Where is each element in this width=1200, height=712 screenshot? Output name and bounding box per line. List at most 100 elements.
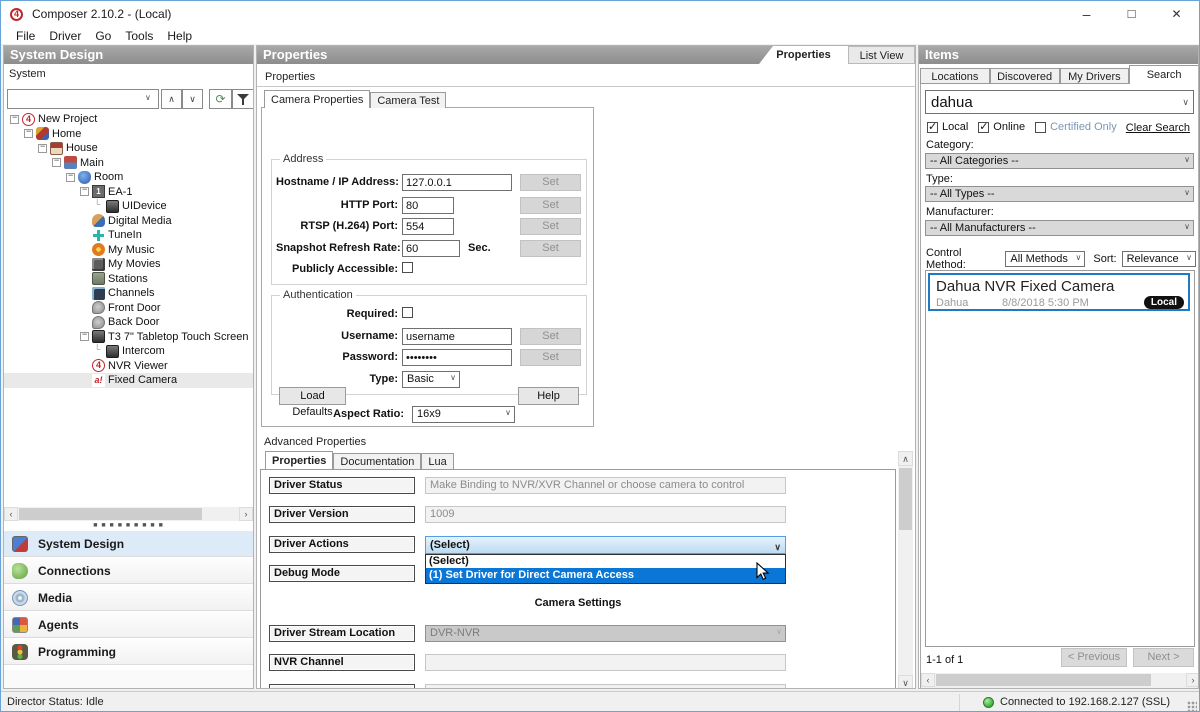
- view-tab[interactable]: List View: [848, 46, 915, 64]
- rtsp-port-input[interactable]: [402, 218, 454, 235]
- nav-button[interactable]: Media: [4, 584, 253, 611]
- tree-item[interactable]: My Movies: [4, 257, 253, 272]
- nav-button[interactable]: Programming: [4, 638, 253, 665]
- resize-grip[interactable]: [1187, 701, 1197, 711]
- sort-dropdown[interactable]: Relevance: [1122, 251, 1196, 267]
- scroll-up-icon[interactable]: ∧: [898, 451, 913, 466]
- camera-tab[interactable]: Camera Test: [370, 92, 446, 108]
- close-button[interactable]: [1154, 1, 1199, 27]
- tree-item[interactable]: T3 7" Tabletop Touch Screen: [4, 330, 253, 345]
- refresh-icon[interactable]: [209, 89, 232, 109]
- control-method-dropdown[interactable]: All Methods: [1005, 251, 1085, 267]
- scroll-right-icon[interactable]: ›: [1186, 673, 1199, 687]
- find-next-button[interactable]: ∨: [182, 89, 203, 109]
- tree-item[interactable]: NVR Viewer: [4, 359, 253, 374]
- tree-expander-icon[interactable]: [94, 347, 103, 356]
- required-checkbox[interactable]: [402, 307, 413, 318]
- clear-search-link[interactable]: Clear Search: [1126, 122, 1190, 134]
- nav-button[interactable]: Connections: [4, 557, 253, 584]
- menu-item[interactable]: File: [9, 29, 42, 43]
- checkbox-icon[interactable]: [978, 122, 989, 133]
- load-defaults-button[interactable]: Load Defaults: [279, 387, 346, 405]
- tree-item[interactable]: Front Door: [4, 301, 253, 316]
- scroll-left-icon[interactable]: ‹: [921, 673, 935, 687]
- tree-item[interactable]: Main: [4, 156, 253, 171]
- set-rtsp-port-button[interactable]: Set: [520, 218, 581, 235]
- driver-actions-dropdown[interactable]: (Select): [425, 536, 786, 554]
- tree-item[interactable]: Stations: [4, 272, 253, 287]
- tree-item[interactable]: Fixed Camera: [4, 373, 253, 388]
- tree-horizontal-scrollbar[interactable]: ‹ ›: [4, 507, 253, 521]
- set-http-port-button[interactable]: Set: [520, 197, 581, 214]
- items-horizontal-scrollbar[interactable]: ‹ ›: [921, 673, 1199, 688]
- camera-tab[interactable]: Camera Properties: [264, 90, 370, 108]
- advanced-vertical-scrollbar[interactable]: ∧ ∨: [898, 451, 913, 689]
- scrollbar-thumb[interactable]: [19, 508, 202, 520]
- checkbox-icon[interactable]: [1035, 122, 1046, 133]
- tree-item[interactable]: My Music: [4, 243, 253, 258]
- tree-item[interactable]: TuneIn: [4, 228, 253, 243]
- tree-item[interactable]: House: [4, 141, 253, 156]
- splitter-handle[interactable]: ■ ■ ■ ■ ■ ■ ■ ■ ■: [4, 523, 253, 529]
- advanced-tab[interactable]: Properties: [265, 451, 333, 469]
- tree-expander-icon[interactable]: [38, 144, 47, 153]
- category-dropdown[interactable]: -- All Categories --: [925, 153, 1194, 169]
- items-tab[interactable]: Locations: [920, 68, 990, 84]
- minimize-button[interactable]: [1064, 1, 1109, 27]
- tree-item[interactable]: Room: [4, 170, 253, 185]
- tree-item[interactable]: UIDevice: [4, 199, 253, 214]
- set-hostname-button[interactable]: Set: [520, 174, 581, 191]
- scroll-right-icon[interactable]: ›: [239, 507, 253, 521]
- tree-item[interactable]: Channels: [4, 286, 253, 301]
- help-button[interactable]: Help: [518, 387, 579, 405]
- items-tab[interactable]: Discovered: [990, 68, 1060, 84]
- tree-expander-icon[interactable]: [24, 129, 33, 138]
- scroll-down-icon[interactable]: ∨: [898, 675, 913, 689]
- advanced-tab[interactable]: Lua: [421, 453, 453, 469]
- set-password-button[interactable]: Set: [520, 349, 581, 366]
- filter-checkbox[interactable]: Local: [927, 121, 968, 133]
- search-result-card[interactable]: Dahua NVR Fixed Camera Dahua 8/8/2018 5:…: [928, 273, 1190, 311]
- aspect-ratio-dropdown[interactable]: 16x9: [412, 406, 515, 423]
- view-tab[interactable]: Properties: [759, 46, 848, 64]
- driver-search-input[interactable]: [925, 90, 1194, 114]
- dropdown-option[interactable]: (1) Set Driver for Direct Camera Access: [426, 568, 785, 583]
- filter-checkbox[interactable]: Certified Only: [1035, 121, 1117, 133]
- tree-item[interactable]: Back Door: [4, 315, 253, 330]
- filter-checkbox[interactable]: Online: [978, 121, 1025, 133]
- scrollbar-thumb[interactable]: [899, 468, 912, 530]
- snapshot-rate-input[interactable]: [402, 240, 460, 257]
- tree-item[interactable]: New Project: [4, 112, 253, 127]
- hostname-input[interactable]: [402, 174, 512, 191]
- items-tab[interactable]: Search: [1129, 65, 1199, 84]
- chevron-down-icon[interactable]: ∨: [145, 93, 151, 102]
- advanced-tab[interactable]: Documentation: [333, 453, 421, 469]
- auth-type-dropdown[interactable]: Basic: [402, 371, 460, 388]
- publicly-accessible-checkbox[interactable]: [402, 262, 413, 273]
- nav-button[interactable]: System Design: [4, 530, 253, 557]
- menu-item[interactable]: Tools: [118, 29, 160, 43]
- scrollbar-thumb[interactable]: [936, 674, 1151, 686]
- next-button[interactable]: Next >: [1133, 648, 1194, 667]
- menu-item[interactable]: Go: [88, 29, 118, 43]
- set-snapshot-rate-button[interactable]: Set: [520, 240, 581, 257]
- http-port-input[interactable]: [402, 197, 454, 214]
- tree-item[interactable]: Home: [4, 127, 253, 142]
- tree-item[interactable]: Digital Media: [4, 214, 253, 229]
- nav-button[interactable]: Agents: [4, 611, 253, 638]
- tree-item[interactable]: EA-1: [4, 185, 253, 200]
- previous-button[interactable]: < Previous: [1061, 648, 1127, 667]
- password-input[interactable]: [402, 349, 512, 366]
- tree-expander-icon[interactable]: [94, 202, 103, 211]
- find-previous-button[interactable]: ∧: [161, 89, 182, 109]
- system-filter-input[interactable]: [7, 89, 159, 109]
- type-dropdown[interactable]: -- All Types --: [925, 186, 1194, 202]
- tree-expander-icon[interactable]: [80, 187, 89, 196]
- filter-icon[interactable]: [232, 89, 254, 109]
- dropdown-option[interactable]: (Select): [426, 555, 785, 568]
- menu-item[interactable]: Help: [160, 29, 199, 43]
- tree-expander-icon[interactable]: [80, 332, 89, 341]
- chevron-down-icon[interactable]: ∨: [1182, 97, 1189, 108]
- username-input[interactable]: [402, 328, 512, 345]
- tree-expander-icon[interactable]: [52, 158, 61, 167]
